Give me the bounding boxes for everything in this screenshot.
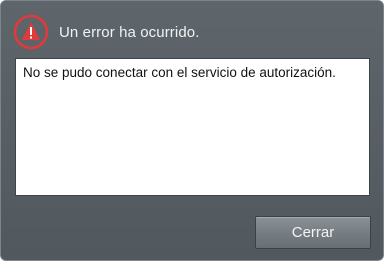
error-triangle-icon — [13, 14, 49, 50]
close-button[interactable]: Cerrar — [255, 216, 371, 249]
message-box: No se pudo conectar con el servicio de a… — [15, 58, 370, 196]
error-dialog: Un error ha ocurrido. No se pudo conecta… — [0, 0, 384, 261]
dialog-header: Un error ha ocurrido. — [1, 1, 383, 59]
dialog-title: Un error ha ocurrido. — [59, 24, 200, 41]
error-message: No se pudo conectar con el servicio de a… — [23, 65, 336, 80]
